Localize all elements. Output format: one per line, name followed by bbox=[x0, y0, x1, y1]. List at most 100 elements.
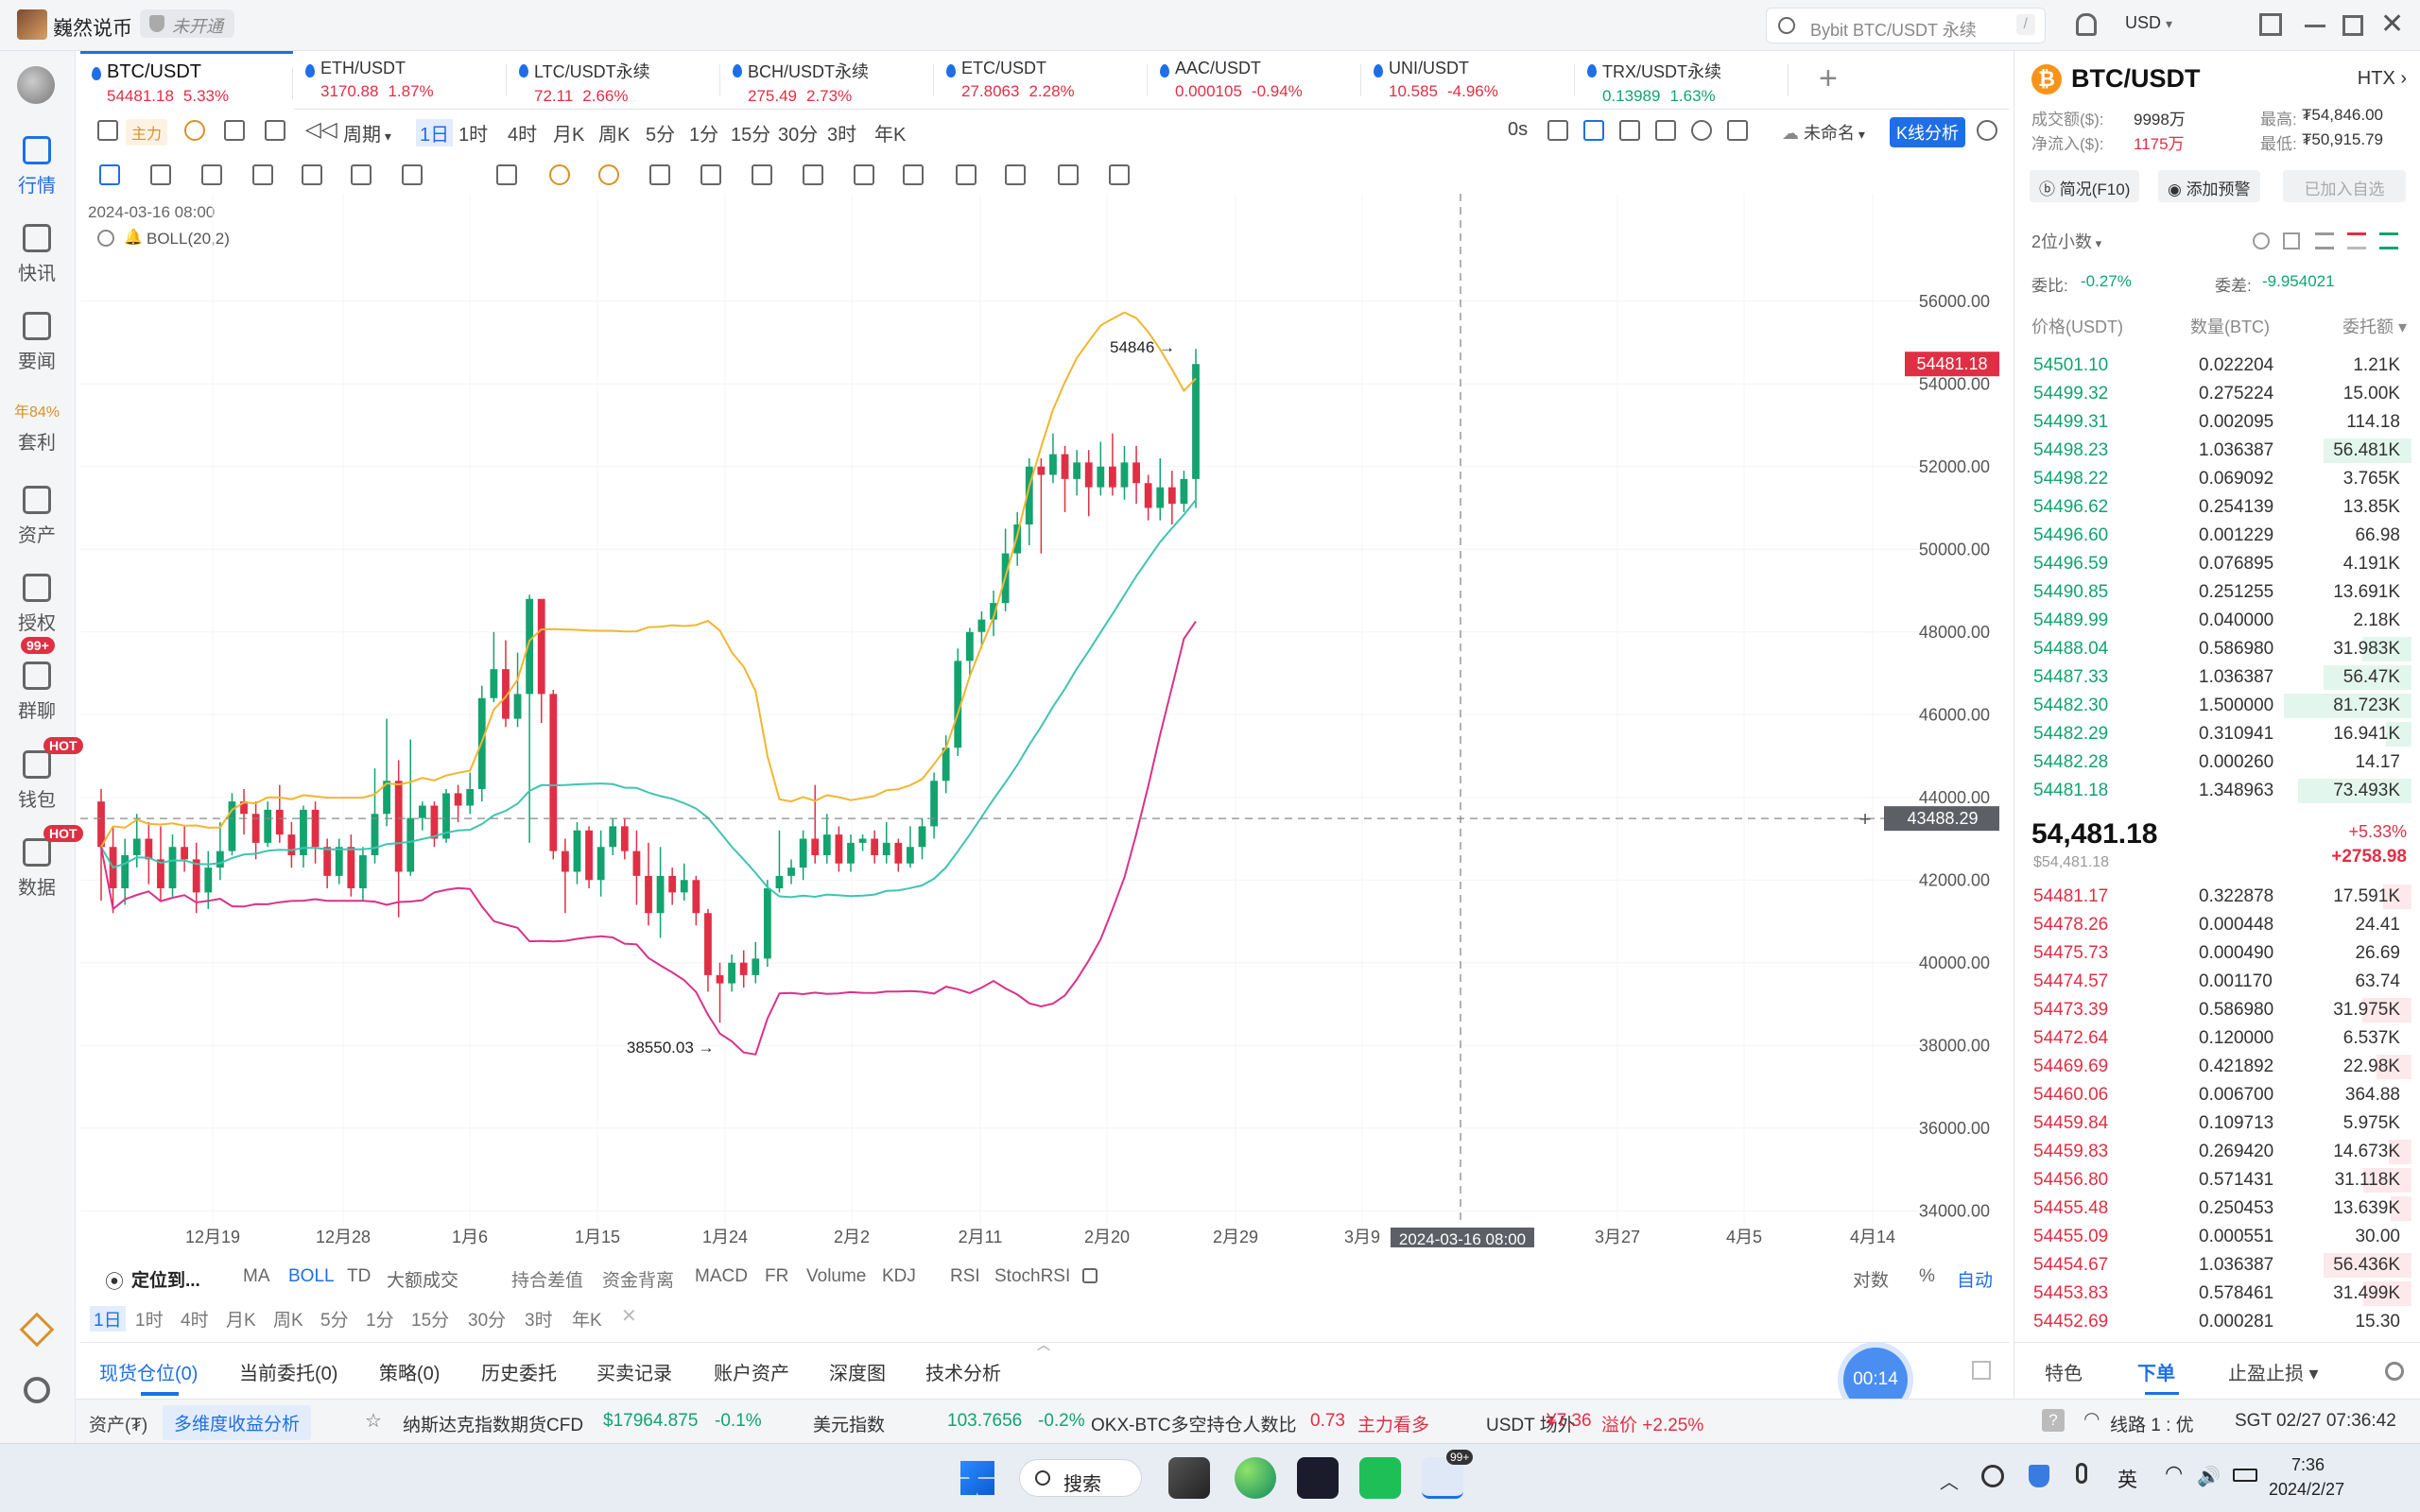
expand-panel-icon[interactable] bbox=[1972, 1361, 1991, 1380]
order-row[interactable]: 54459.84 0.109713 5.975K bbox=[2014, 1109, 2411, 1138]
close-icon[interactable]: ✕ bbox=[2380, 8, 2404, 41]
scale-option-0[interactable]: 对数 bbox=[1853, 1266, 1889, 1292]
indicator-12[interactable]: StochRSI bbox=[994, 1266, 1070, 1287]
gear-icon[interactable] bbox=[1691, 120, 1712, 141]
order-row[interactable]: 54482.29 0.310941 16.941K bbox=[2014, 720, 2411, 748]
list-asks-icon[interactable] bbox=[2347, 232, 2366, 249]
period-7[interactable]: 15分 bbox=[731, 119, 770, 146]
bottom-period-5[interactable]: 5分 bbox=[320, 1306, 349, 1332]
tray-sync-icon[interactable] bbox=[1981, 1465, 2004, 1487]
bars-pattern-icon[interactable] bbox=[752, 164, 772, 185]
tab-tp-sl[interactable]: 止盈止损 ▾ bbox=[2228, 1358, 2319, 1385]
order-row[interactable]: 54452.69 0.000281 15.30 bbox=[2014, 1308, 2411, 1336]
indicator-4[interactable]: 大额成交 bbox=[387, 1266, 458, 1292]
lock-icon[interactable] bbox=[803, 164, 823, 185]
volume-icon[interactable]: 🔊 bbox=[2197, 1465, 2221, 1488]
period-8[interactable]: 30分 bbox=[778, 119, 818, 146]
sidebar-item-headlines[interactable]: 要闻 bbox=[0, 312, 74, 373]
order-row[interactable]: 54488.04 0.586980 31.983K bbox=[2014, 635, 2411, 663]
swap-icon[interactable] bbox=[1109, 164, 1130, 185]
bottom-period-7[interactable]: 15分 bbox=[411, 1306, 449, 1332]
tab-bch-usdt-[interactable]: BCH/USDT永续 275.49 2.73% bbox=[721, 51, 934, 110]
share-icon[interactable] bbox=[1977, 120, 1997, 141]
order-row[interactable]: 54454.67 1.036387 56.436K bbox=[2014, 1251, 2411, 1280]
assets-button[interactable]: 资产(₮) bbox=[89, 1411, 147, 1436]
edit-icon[interactable] bbox=[903, 164, 924, 185]
order-row[interactable]: 54490.85 0.251255 13.691K bbox=[2014, 578, 2411, 607]
sidebar-item-authorization[interactable]: 授权 bbox=[0, 574, 74, 635]
indicator-3[interactable]: TD bbox=[347, 1266, 371, 1287]
windows-start-icon[interactable] bbox=[960, 1461, 994, 1495]
exchange-selector[interactable]: HTX › bbox=[2358, 68, 2407, 90]
list-both-icon[interactable] bbox=[2315, 232, 2334, 249]
tab-features[interactable]: 特色 bbox=[2045, 1358, 2083, 1385]
indicator-10[interactable]: KDJ bbox=[882, 1266, 916, 1287]
order-row[interactable]: 54496.62 0.254139 13.85K bbox=[2014, 493, 2411, 522]
indicator-2[interactable]: BOLL bbox=[288, 1266, 335, 1287]
user-name[interactable]: 巍然说币 bbox=[53, 13, 132, 42]
order-row[interactable]: 54499.31 0.002095 114.18 bbox=[2014, 408, 2411, 437]
bottom-tab-0[interactable]: 现货仓位(0) bbox=[99, 1358, 198, 1385]
settings-icon[interactable] bbox=[2385, 1362, 2404, 1381]
bottom-tab-7[interactable]: 技术分析 bbox=[925, 1358, 1001, 1385]
app-icon-dark[interactable] bbox=[1297, 1457, 1339, 1499]
period-1[interactable]: 1时 bbox=[458, 119, 488, 146]
add-alert-button[interactable]: ◉ 添加预警 bbox=[2158, 170, 2260, 202]
horizontal-line-icon[interactable] bbox=[150, 164, 171, 185]
bottom-period-6[interactable]: 1分 bbox=[366, 1306, 394, 1332]
indicator-5[interactable]: 持合差值 bbox=[511, 1266, 583, 1292]
order-row[interactable]: 54469.69 0.421892 22.98K bbox=[2014, 1053, 2411, 1081]
kline-analysis-button[interactable]: K线分析 bbox=[1890, 117, 1966, 147]
bottom-period-1[interactable]: 1时 bbox=[135, 1306, 164, 1332]
magnet-icon[interactable] bbox=[1005, 164, 1026, 185]
fib-a-icon[interactable] bbox=[549, 164, 570, 185]
fib-b-icon[interactable] bbox=[598, 164, 619, 185]
user-avatar[interactable] bbox=[17, 9, 47, 40]
crosshair-icon[interactable] bbox=[99, 164, 120, 185]
measure-icon[interactable] bbox=[402, 164, 423, 185]
indicator-1[interactable]: MA bbox=[243, 1266, 270, 1287]
bottom-period-9[interactable]: 3时 bbox=[525, 1306, 553, 1332]
order-row[interactable]: 54487.33 1.036387 56.47K bbox=[2014, 663, 2411, 692]
filter-icon[interactable] bbox=[1058, 164, 1079, 185]
diamond-icon[interactable] bbox=[19, 1312, 55, 1348]
indicator-9[interactable]: Volume bbox=[806, 1266, 866, 1287]
camera-icon[interactable] bbox=[1547, 120, 1568, 141]
crop-icon[interactable] bbox=[1619, 120, 1640, 141]
trend-line-icon[interactable] bbox=[201, 164, 222, 185]
sidebar-item-arbitrage[interactable]: 年84% 套利 bbox=[0, 399, 74, 455]
order-row[interactable]: 54496.59 0.076895 4.191K bbox=[2014, 550, 2411, 578]
main-force-toggle[interactable]: 主力 bbox=[126, 119, 168, 146]
taskbar-clock-date[interactable]: 2024/2/27 bbox=[2269, 1480, 2344, 1500]
wifi-icon[interactable]: ◠ bbox=[2165, 1461, 2183, 1486]
locate-icon[interactable]: ⦿ bbox=[105, 1266, 124, 1294]
calendar-icon[interactable] bbox=[224, 120, 245, 141]
task-view-icon[interactable] bbox=[1168, 1457, 1210, 1499]
period-2[interactable]: 4时 bbox=[508, 119, 537, 146]
edit-indicators-icon[interactable] bbox=[1082, 1268, 1098, 1283]
period-3[interactable]: 月K bbox=[553, 119, 584, 146]
multi-analysis-button[interactable]: 多维度收益分析 bbox=[163, 1405, 312, 1440]
parallel-lines-icon[interactable] bbox=[302, 164, 322, 185]
order-row[interactable]: 54496.60 0.001229 66.98 bbox=[2014, 522, 2411, 550]
order-row[interactable]: 54499.32 0.275224 15.00K bbox=[2014, 380, 2411, 408]
text-icon[interactable] bbox=[496, 164, 517, 185]
bottom-tab-4[interactable]: 买卖记录 bbox=[596, 1358, 672, 1385]
period-dropdown[interactable]: 周期 ▾ bbox=[343, 119, 391, 146]
bottom-period-2[interactable]: 4时 bbox=[181, 1306, 209, 1332]
line-status[interactable]: 线路 1 : 优 bbox=[2110, 1411, 2194, 1436]
wave-icon[interactable] bbox=[351, 164, 372, 185]
bottom-period-4[interactable]: 周K bbox=[273, 1306, 303, 1332]
layout-icon[interactable] bbox=[265, 120, 285, 141]
bottom-tab-5[interactable]: 账户资产 bbox=[714, 1358, 789, 1385]
bottom-tab-1[interactable]: 当前委托(0) bbox=[239, 1358, 337, 1385]
chart-type-icon[interactable] bbox=[97, 120, 118, 141]
period-9[interactable]: 3时 bbox=[827, 119, 856, 146]
brief-button[interactable]: ⓑ 简况(F10) bbox=[2030, 170, 2140, 202]
tab-ltc-usdt-[interactable]: LTC/USDT永续 72.11 2.66% bbox=[508, 51, 720, 110]
copy-icon[interactable] bbox=[854, 164, 874, 185]
order-row[interactable]: 54498.23 1.036387 56.481K bbox=[2014, 437, 2411, 465]
tab-etc-usdt[interactable]: ETC/USDT 27.8063 2.28% bbox=[935, 51, 1148, 110]
sidebar-item-flash[interactable]: 快讯 bbox=[0, 224, 74, 285]
bottom-period-8[interactable]: 30分 bbox=[468, 1306, 506, 1332]
